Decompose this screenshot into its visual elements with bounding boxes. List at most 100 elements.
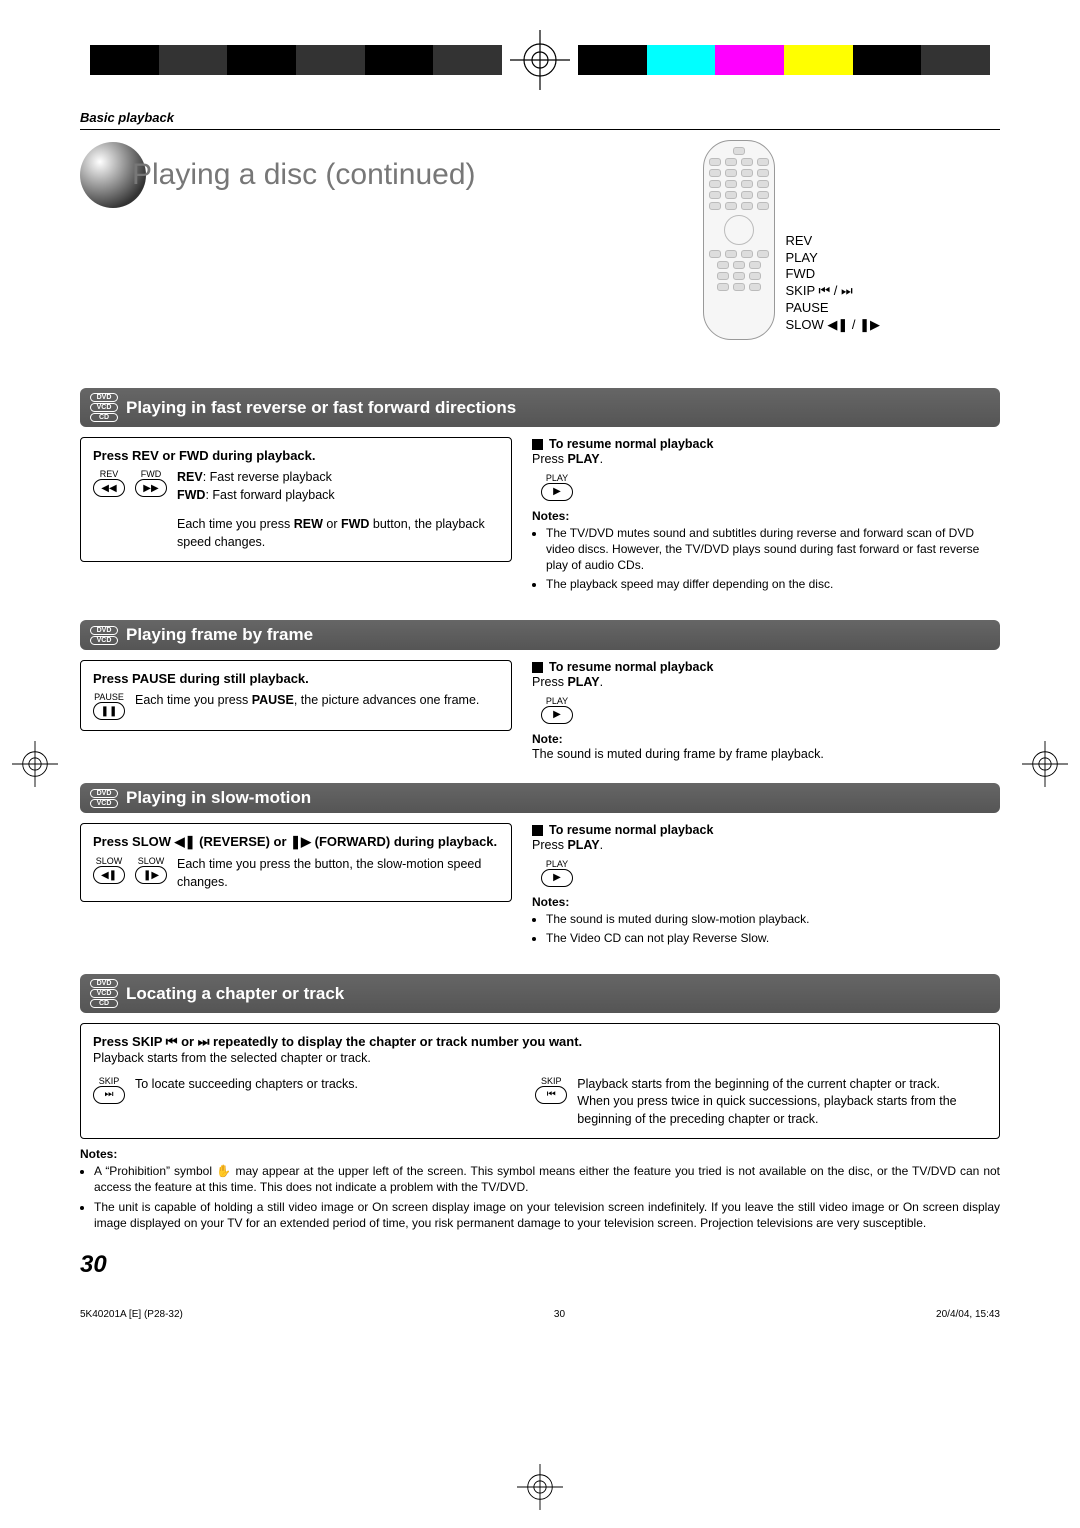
section-heading-slow: DVD VCD Playing in slow-motion <box>80 783 1000 813</box>
section-title: Locating a chapter or track <box>126 984 344 1004</box>
btn-label: SKIP <box>541 1076 562 1086</box>
resume-heading: To resume normal playback <box>549 823 713 837</box>
disc-badge: VCD <box>90 989 118 998</box>
notes-list: The TV/DVD mutes sound and subtitles dur… <box>546 525 1000 593</box>
text: Each time you press the button, the slow… <box>177 857 481 889</box>
remote-outline <box>703 140 775 340</box>
resume-heading: To resume normal playback <box>549 660 713 674</box>
instruction-heading: Press PAUSE during still playback. <box>93 671 499 686</box>
play-button-diagram: PLAY ▶ <box>532 859 582 887</box>
remote-label: SKIP ⏮ / ⏭ <box>785 283 880 300</box>
instruction-box-slow: Press SLOW ◀❚ (REVERSE) or ❚▶ (FORWARD) … <box>80 823 512 902</box>
manual-page: Basic playback Playing a disc (continued… <box>0 0 1080 1528</box>
remote-diagram: REV PLAY FWD SKIP ⏮ / ⏭ PAUSE SLOW ◀❚ / … <box>703 140 880 340</box>
note-item: The TV/DVD mutes sound and subtitles dur… <box>546 525 1000 574</box>
disc-badges: DVD VCD <box>90 789 118 808</box>
disc-badge: DVD <box>90 626 118 635</box>
text: REV <box>177 470 203 484</box>
note-text: The sound is muted during frame by frame… <box>532 746 1000 764</box>
btn-label: PLAY <box>546 859 568 869</box>
disc-badges: DVD VCD <box>90 626 118 645</box>
play-button-diagram: PLAY ▶ <box>532 696 582 724</box>
section-heading-locate: DVD VCD CD Locating a chapter or track <box>80 974 1000 1013</box>
bottom-notes-heading: Notes: <box>80 1147 1000 1161</box>
skip-next-button-diagram: SKIP ⏭ <box>93 1076 125 1129</box>
text: PLAY <box>567 675 599 689</box>
resume-heading: To resume normal playback <box>549 437 713 451</box>
section-title: Playing in fast reverse or fast forward … <box>126 398 516 418</box>
bottom-notes-list: A “Prohibition” symbol ✋ may appear at t… <box>94 1163 1000 1231</box>
text: . <box>600 675 603 689</box>
disc-badge: VCD <box>90 799 118 808</box>
note-heading: Note: <box>532 732 1000 746</box>
remote-label: FWD <box>785 266 880 283</box>
text: . <box>600 452 603 466</box>
btn-label: SLOW <box>138 856 165 866</box>
rev-button-diagram: REV ◀◀ <box>93 469 125 497</box>
page-title: Playing a disc (continued) <box>128 158 476 192</box>
section-title: Playing frame by frame <box>126 625 313 645</box>
section-heading-frame: DVD VCD Playing frame by frame <box>80 620 1000 650</box>
footer-center: 30 <box>554 1309 565 1320</box>
btn-label: REV <box>100 469 119 479</box>
remote-label: SLOW ◀❚ / ❚▶ <box>785 317 880 334</box>
text: Press <box>532 838 567 852</box>
instruction-box-fast: Press REV or FWD during playback. REV ◀◀… <box>80 437 512 562</box>
text: PLAY <box>567 838 599 852</box>
note-item: The sound is muted during slow-motion pl… <box>546 911 1000 927</box>
crosshair-icon <box>517 1464 563 1510</box>
disc-badge: DVD <box>90 393 118 402</box>
section-title: Playing in slow-motion <box>126 788 311 808</box>
disc-badges: DVD VCD CD <box>90 979 118 1008</box>
crosshair-icon <box>1022 741 1068 787</box>
notes-list: The sound is muted during slow-motion pl… <box>546 911 1000 946</box>
skip-prev-button-diagram: SKIP ⏮ <box>535 1076 567 1129</box>
text: FWD <box>177 488 205 502</box>
btn-label: PLAY <box>546 696 568 706</box>
header-category: Basic playback <box>80 110 1000 125</box>
footer-right: 20/4/04, 15:43 <box>936 1309 1000 1320</box>
disc-badges: DVD VCD CD <box>90 393 118 422</box>
slow-fwd-button-diagram: SLOW ❚▶ <box>135 856 167 884</box>
disc-badge: VCD <box>90 403 118 412</box>
page-number: 30 <box>80 1251 1000 1279</box>
disc-badge: CD <box>90 999 118 1008</box>
disc-badge: VCD <box>90 636 118 645</box>
remote-label: REV <box>785 233 880 250</box>
disc-badge: DVD <box>90 979 118 988</box>
header-divider <box>80 129 1000 130</box>
footer: 5K40201A [E] (P28-32) 30 20/4/04, 15:43 <box>80 1309 1000 1320</box>
square-bullet-icon <box>532 825 543 836</box>
square-bullet-icon <box>532 662 543 673</box>
btn-label: PLAY <box>546 473 568 483</box>
text: PLAY <box>567 452 599 466</box>
btn-label: PAUSE <box>94 692 124 702</box>
text: Press <box>532 452 567 466</box>
note-item: The Video CD can not play Reverse Slow. <box>546 930 1000 946</box>
remote-label: PLAY <box>785 250 880 267</box>
text: PAUSE <box>252 693 294 707</box>
text: Press <box>532 675 567 689</box>
instruction-heading: Press REV or FWD during playback. <box>93 448 499 463</box>
crosshair-icon <box>510 30 570 90</box>
btn-label: SLOW <box>96 856 123 866</box>
text: Playback starts from the beginning of th… <box>577 1076 982 1129</box>
disc-badge: CD <box>90 413 118 422</box>
slow-rev-button-diagram: SLOW ◀❚ <box>93 856 125 884</box>
notes-heading: Notes: <box>532 895 1000 909</box>
instruction-sub: Playback starts from the selected chapte… <box>93 1050 987 1068</box>
text: Each time you press <box>177 517 294 531</box>
text: REW <box>294 517 323 531</box>
disc-badge: DVD <box>90 789 118 798</box>
btn-label: FWD <box>141 469 162 479</box>
section-heading-fast: DVD VCD CD Playing in fast reverse or fa… <box>80 388 1000 427</box>
text: To locate succeeding chapters or tracks. <box>135 1076 495 1129</box>
text: or <box>323 517 341 531</box>
instruction-heading: Press SKIP ⏮ or ⏭ repeatedly to display … <box>93 1034 987 1050</box>
pause-button-diagram: PAUSE ❚❚ <box>93 692 125 720</box>
instruction-box-locate: Press SKIP ⏮ or ⏭ repeatedly to display … <box>80 1023 1000 1139</box>
registration-marks-top <box>90 38 990 82</box>
notes-heading: Notes: <box>532 509 1000 523</box>
note-item: The unit is capable of holding a still v… <box>94 1199 1000 1231</box>
text: , the picture advances one frame. <box>294 693 480 707</box>
